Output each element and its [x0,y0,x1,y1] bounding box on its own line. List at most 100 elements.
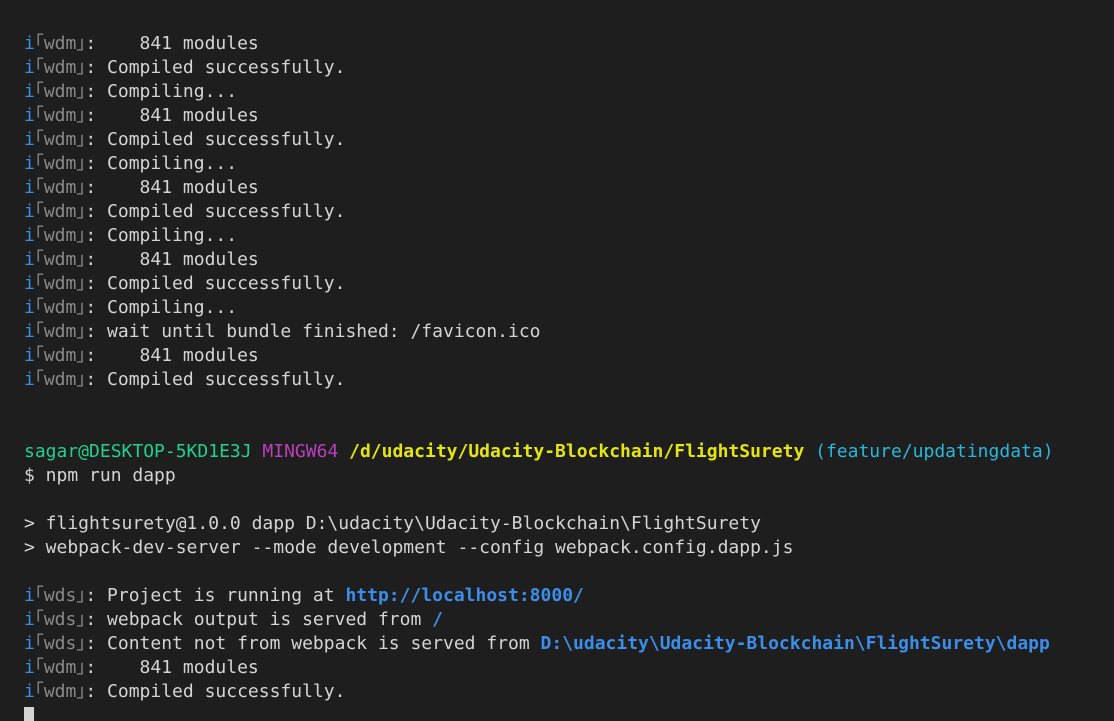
webpack-log-top: i｢wdm｣: 841 modules i｢wdm｣: Compiled succ… [24,32,1114,392]
log-message: : Compiling... [85,225,238,246]
log-message: : 841 modules [85,33,259,54]
info-icon: i [24,633,35,654]
log-source-tag: ｢wdm｣ [34,225,86,246]
log-source-tag: ｢wdm｣ [34,369,86,390]
info-icon: i [24,345,35,366]
log-link: http://localhost:8000/ [345,585,584,606]
info-icon: i [24,177,35,198]
terminal-window[interactable]: i｢wdm｣: 841 modules i｢wdm｣: Compiled succ… [0,0,1114,721]
log-line: i｢wdm｣: Compiling... [24,224,1114,248]
log-line: i｢wdm｣: 841 modules [24,176,1114,200]
log-message: : Compiled successfully. [85,201,346,222]
log-message: : 841 modules [85,657,259,678]
info-icon: i [24,201,35,222]
log-link: / [432,609,443,630]
log-message: : Compiled successfully. [85,129,346,150]
log-line: i｢wds｣: Project is running at http://loc… [24,584,1114,608]
log-link: D:\udacity\Udacity-Blockchain\FlightSure… [540,633,1050,654]
log-line: i｢wdm｣: Compiled successfully. [24,200,1114,224]
log-source-tag: ｢wdm｣ [34,57,86,78]
log-line: i｢wdm｣: Compiled successfully. [24,128,1114,152]
log-message: : 841 modules [85,177,259,198]
log-message: : Compiled successfully. [85,369,346,390]
info-icon: i [24,129,35,150]
log-line: i｢wdm｣: Compiled successfully. [24,272,1114,296]
webpack-dev-server-log: i｢wds｣: Project is running at http://loc… [24,584,1114,656]
prompt-user-host: sagar@DESKTOP-5KD1E3J [24,441,252,462]
log-message: : Compiled successfully. [85,681,346,702]
log-line: i｢wdm｣: 841 modules [24,32,1114,56]
info-icon: i [24,321,35,342]
terminal-cursor [24,707,34,721]
info-icon: i [24,249,35,270]
log-line: i｢wdm｣: Compiling... [24,152,1114,176]
info-icon: i [24,153,35,174]
log-source-tag: ｢wdm｣ [34,681,86,702]
log-message: : Compiled successfully. [85,273,346,294]
log-line: i｢wdm｣: Compiling... [24,80,1114,104]
log-source-tag: ｢wds｣ [34,609,86,630]
log-line: i｢wdm｣: wait until bundle finished: /fav… [24,320,1114,344]
log-message: : 841 modules [85,105,259,126]
log-source-tag: ｢wds｣ [34,585,86,606]
log-line: i｢wdm｣: 841 modules [24,656,1114,680]
info-icon: i [24,81,35,102]
log-line: i｢wdm｣: 841 modules [24,344,1114,368]
info-icon: i [24,585,35,606]
log-source-tag: ｢wdm｣ [34,297,86,318]
info-icon: i [24,33,35,54]
log-line: i｢wdm｣: Compiled successfully. [24,368,1114,392]
log-line: i｢wdm｣: Compiled successfully. [24,680,1114,704]
npm-output-line: > flightsurety@1.0.0 dapp D:\udacity\Uda… [24,513,761,534]
log-source-tag: ｢wdm｣ [34,345,86,366]
log-source-tag: ｢wdm｣ [34,153,86,174]
log-source-tag: ｢wdm｣ [34,177,86,198]
npm-output-line: > webpack-dev-server --mode development … [24,537,794,558]
log-source-tag: ｢wdm｣ [34,657,86,678]
command-line: $ npm run dapp [24,465,176,486]
log-source-tag: ｢wdm｣ [34,105,86,126]
log-source-tag: ｢wdm｣ [34,273,86,294]
log-message: : Project is running at [85,585,346,606]
info-icon: i [24,105,35,126]
shell-prompt: sagar@DESKTOP-5KD1E3J MINGW64 /d/udacity… [24,440,1114,464]
log-message: : webpack output is served from [85,609,433,630]
input-line[interactable] [24,704,1114,721]
info-icon: i [24,225,35,246]
log-message: : wait until bundle finished: /favicon.i… [85,321,541,342]
log-source-tag: ｢wds｣ [34,633,86,654]
info-icon: i [24,681,35,702]
info-icon: i [24,609,35,630]
info-icon: i [24,57,35,78]
log-line: i｢wdm｣: Compiled successfully. [24,56,1114,80]
log-message: : 841 modules [85,249,259,270]
log-source-tag: ｢wdm｣ [34,129,86,150]
info-icon: i [24,297,35,318]
log-source-tag: ｢wdm｣ [34,321,86,342]
log-source-tag: ｢wdm｣ [34,201,86,222]
log-source-tag: ｢wdm｣ [34,249,86,270]
log-line: i｢wdm｣: 841 modules [24,248,1114,272]
info-icon: i [24,369,35,390]
log-message: : Compiled successfully. [85,57,346,78]
log-message: : Compiling... [85,153,238,174]
webpack-log-bottom: i｢wdm｣: 841 modules i｢wdm｣: Compiled succ… [24,656,1114,704]
log-message: : Compiling... [85,297,238,318]
log-message: : 841 modules [85,345,259,366]
log-line: i｢wds｣: Content not from webpack is serv… [24,632,1114,656]
log-line: i｢wdm｣: Compiling... [24,296,1114,320]
log-message: : Compiling... [85,81,238,102]
info-icon: i [24,657,35,678]
prompt-path: /d/udacity/Udacity-Blockchain/FlightSure… [349,441,805,462]
log-message: : Content not from webpack is served fro… [85,633,541,654]
prompt-system: MINGW64 [262,441,339,462]
log-line: i｢wdm｣: 841 modules [24,104,1114,128]
log-source-tag: ｢wdm｣ [34,33,86,54]
log-line: i｢wds｣: webpack output is served from / [24,608,1114,632]
log-source-tag: ｢wdm｣ [34,81,86,102]
prompt-git-branch: (feature/updatingdata) [815,441,1054,462]
